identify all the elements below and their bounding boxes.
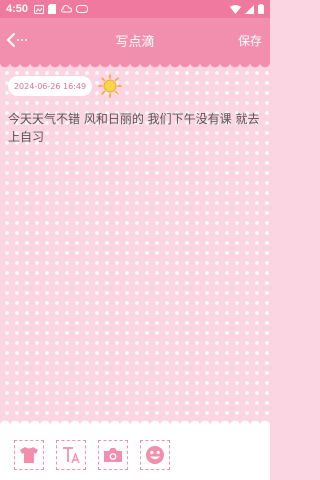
- page-title: 写点滴: [115, 35, 155, 50]
- camera-icon: [104, 448, 122, 462]
- sd-card-icon: [48, 4, 57, 14]
- status-notification-icons: [34, 4, 89, 14]
- emoji-icon: [146, 446, 164, 464]
- theme-button[interactable]: [14, 440, 44, 470]
- cloud-icon: [61, 5, 73, 13]
- text-format-icon: [63, 447, 80, 464]
- signal-icon: [245, 4, 254, 14]
- photo-icon: [76, 5, 89, 13]
- save-button[interactable]: 保存: [238, 32, 262, 49]
- entry-text[interactable]: 今天天气不错 风和日丽的 我们下午没有课 就去上自习: [8, 110, 262, 146]
- battery-icon: [258, 4, 264, 14]
- nav-bar: 写点滴 保存: [0, 18, 270, 62]
- status-bar: 4:50: [0, 0, 270, 18]
- text-format-button[interactable]: [56, 440, 86, 470]
- wifi-icon: [230, 4, 241, 14]
- status-system-icons: [230, 4, 264, 14]
- emoji-button[interactable]: [140, 440, 170, 470]
- camera-button[interactable]: [98, 440, 128, 470]
- sun-icon[interactable]: [98, 74, 122, 98]
- nav-scallop-edge: [0, 62, 270, 68]
- entry-date[interactable]: 2024-06-26 16:49: [8, 76, 92, 96]
- shirt-icon: [20, 447, 38, 463]
- status-time: 4:50: [6, 3, 29, 15]
- notification-icon: [34, 4, 45, 14]
